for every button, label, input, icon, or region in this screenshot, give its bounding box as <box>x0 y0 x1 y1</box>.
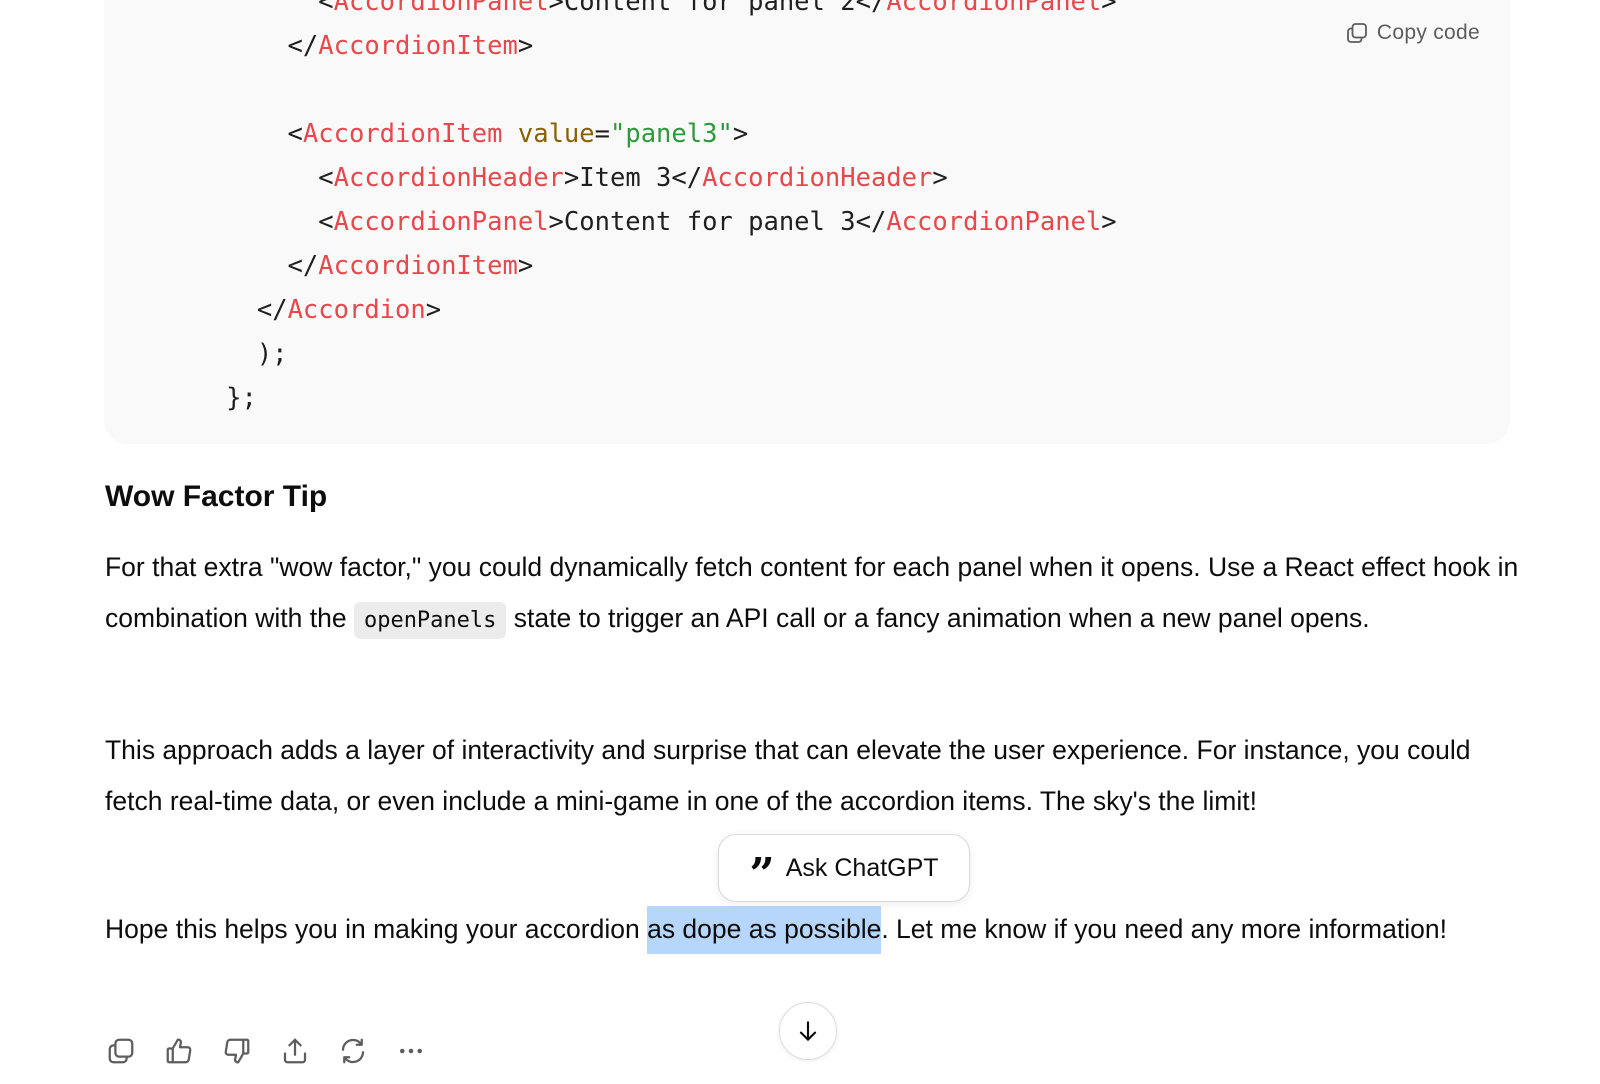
thumbs-up-icon <box>166 1038 192 1064</box>
code-token: > <box>517 251 534 281</box>
code-token: < <box>287 119 303 149</box>
chat-response: Copy code <AccordionPanel>Content for pa… <box>0 0 1600 1084</box>
code-token: AccordionItem <box>318 251 518 281</box>
more-button[interactable] <box>394 1034 428 1068</box>
quote-icon: ” <box>749 849 774 900</box>
refresh-icon <box>341 1038 365 1064</box>
code-line: </AccordionItem> <box>134 244 1117 288</box>
code-line <box>134 68 1117 112</box>
code-token: </ <box>287 251 319 281</box>
message-actions <box>104 1034 428 1068</box>
paragraph-closing: Hope this helps you in making your accor… <box>105 904 1525 955</box>
code-line: <AccordionItem value="panel3"> <box>134 112 1117 156</box>
code-line: <AccordionPanel>Content for panel 3</Acc… <box>134 200 1117 244</box>
ask-chatgpt-label: Ask ChatGPT <box>785 853 939 882</box>
code-token: AccordionHeader <box>333 163 564 193</box>
paragraph-approach: This approach adds a layer of interactiv… <box>105 735 1471 816</box>
ask-chatgpt-button[interactable]: ” Ask ChatGPT <box>718 834 970 902</box>
code-token: </ <box>256 295 288 325</box>
code-token: > <box>932 163 948 193</box>
code-token: ); <box>256 339 288 369</box>
code-token: > <box>732 119 749 149</box>
code-token: </ <box>287 31 319 61</box>
code-token: AccordionPanel <box>886 207 1102 237</box>
more-icon <box>400 1048 422 1054</box>
code-token: Accordion <box>287 295 426 325</box>
paragraph-text: . Let me know if you need any more infor… <box>881 914 1447 944</box>
code-token: < <box>318 0 334 17</box>
code-block: Copy code <AccordionPanel>Content for pa… <box>104 0 1510 444</box>
code-token: > <box>1101 0 1117 17</box>
code-line: </Accordion> <box>134 288 1117 332</box>
code-token: > <box>425 295 442 325</box>
copy-code-button[interactable]: Copy code <box>1345 21 1480 45</box>
paragraph-text: Hope this helps you in making your accor… <box>105 914 648 944</box>
copy-icon <box>1346 23 1367 43</box>
code-token: AccordionPanel <box>333 0 549 17</box>
code-token: >Content for panel 3</ <box>548 207 887 237</box>
share-button[interactable] <box>278 1034 312 1068</box>
selected-text[interactable]: as dope as possible <box>647 906 882 954</box>
paragraph-text: state to trigger an API call or a fancy … <box>506 603 1370 633</box>
code-token: }; <box>226 383 257 413</box>
paragraph-wow-factor: For that extra "wow factor," you could d… <box>105 542 1525 646</box>
code-token: >Content for panel 2</ <box>548 0 887 17</box>
code-line: ); <box>134 332 1117 376</box>
code-token: > <box>517 31 534 61</box>
code-token: AccordionItem <box>318 31 518 61</box>
code-line: <AccordionPanel>Content for panel 2</Acc… <box>134 0 1117 24</box>
thumbs-down-icon <box>224 1038 250 1064</box>
code-line: <AccordionHeader>Item 3</AccordionHeader… <box>134 156 1117 200</box>
code-token: < <box>318 207 334 237</box>
code-content: <AccordionPanel>Content for panel 2</Acc… <box>134 0 1117 420</box>
copy-icon <box>108 1038 134 1064</box>
copy-button[interactable] <box>104 1034 138 1068</box>
code-token: AccordionItem <box>302 119 503 149</box>
code-line: </AccordionItem> <box>134 24 1117 68</box>
arrow-down-icon <box>799 1021 817 1041</box>
thumbs-down-button[interactable] <box>220 1034 254 1068</box>
section-heading: Wow Factor Tip <box>105 480 328 513</box>
copy-code-label: Copy code <box>1376 21 1480 44</box>
code-token: = <box>594 119 610 149</box>
code-token: > <box>1101 207 1117 237</box>
code-token: AccordionPanel <box>333 207 549 237</box>
code-token: value <box>517 119 595 149</box>
thumbs-up-button[interactable] <box>162 1034 196 1068</box>
code-token: AccordionPanel <box>886 0 1102 17</box>
share-icon <box>283 1038 307 1064</box>
code-token: "panel3" <box>609 119 733 149</box>
code-line: }; <box>134 376 1117 420</box>
code-token: < <box>318 163 334 193</box>
code-token: AccordionHeader <box>702 163 933 193</box>
regenerate-button[interactable] <box>336 1034 370 1068</box>
code-token: >Item 3</ <box>563 163 703 193</box>
scroll-to-bottom-button[interactable] <box>779 1002 837 1060</box>
inline-code: openPanels <box>353 602 507 639</box>
